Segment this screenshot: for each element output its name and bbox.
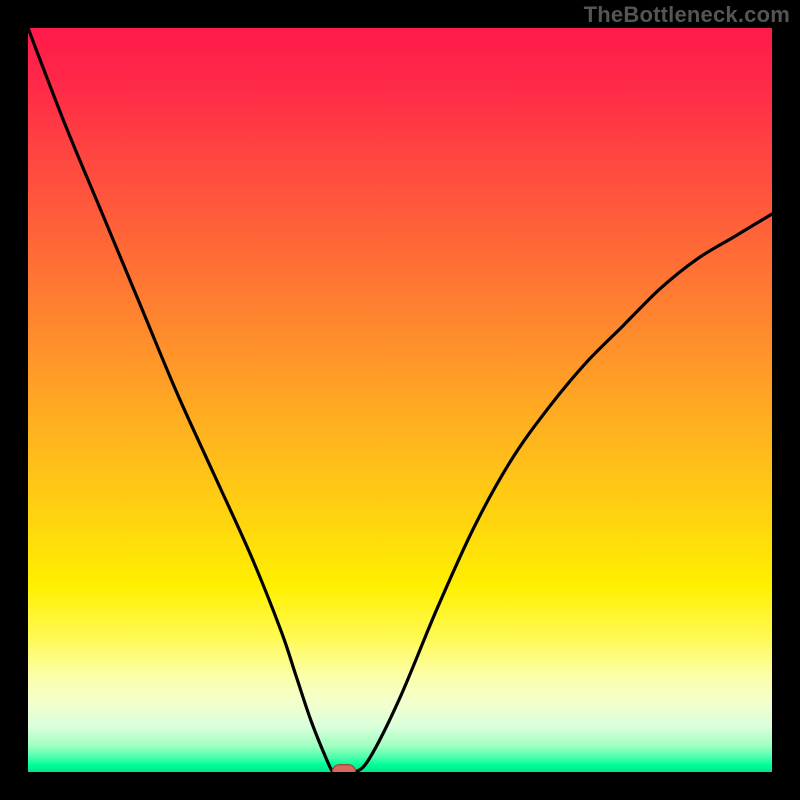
optimal-point-marker <box>332 764 356 772</box>
curve-path <box>28 28 772 772</box>
chart-frame: TheBottleneck.com <box>0 0 800 800</box>
bottleneck-curve <box>28 28 772 772</box>
watermark-text: TheBottleneck.com <box>584 2 790 28</box>
plot-area <box>28 28 772 772</box>
